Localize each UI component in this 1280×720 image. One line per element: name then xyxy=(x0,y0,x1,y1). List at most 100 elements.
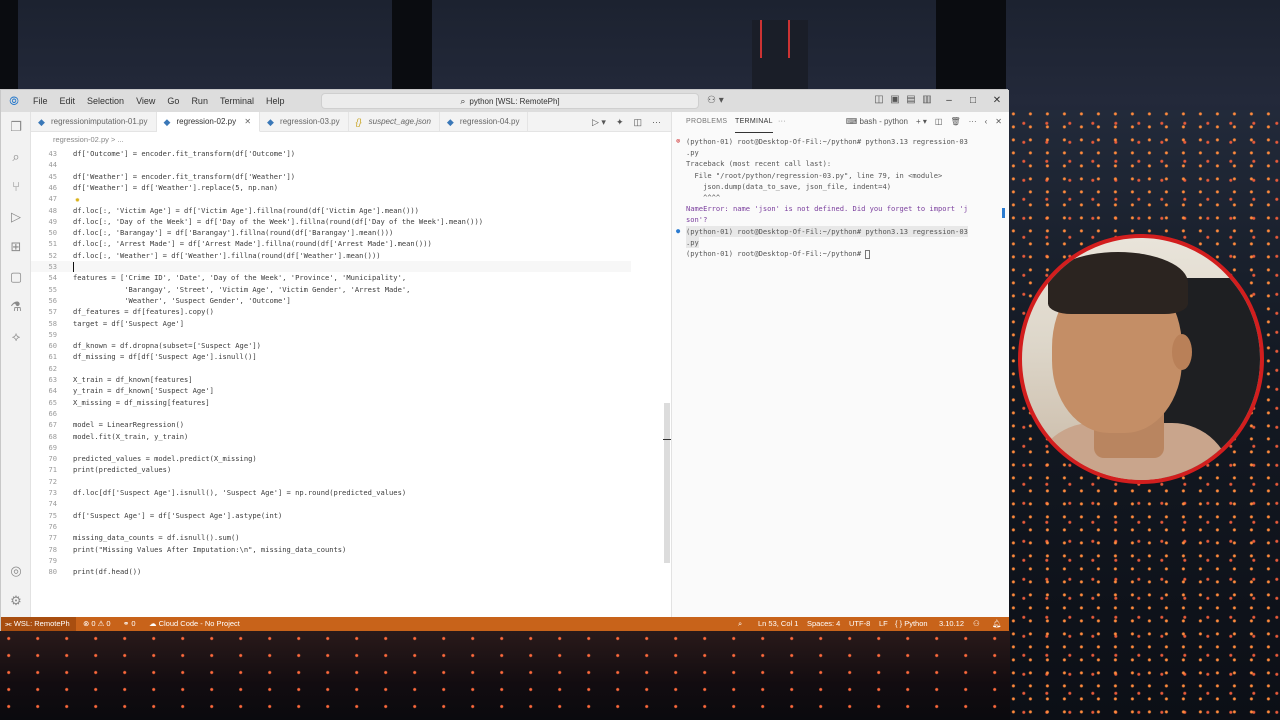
code-line[interactable]: 61 df_missing = df[df['Suspect Age'].isnu… xyxy=(31,351,631,362)
code-line[interactable]: 65 X_missing = df_missing[features] xyxy=(31,397,631,408)
code-line[interactable]: 56 'Weather', 'Suspect Gender', 'Outcome… xyxy=(31,295,631,306)
python-version[interactable]: 3.10.12 xyxy=(939,617,964,631)
tab-regression-04[interactable]: ◆ regression-04.py xyxy=(440,112,529,132)
remote-explorer-icon[interactable]: ▢ xyxy=(8,270,24,286)
tab-problems[interactable]: PROBLEMS xyxy=(686,112,727,132)
search-icon[interactable]: ⌕ xyxy=(8,150,24,166)
cloud-code-status[interactable]: ☁ Cloud Code - No Project xyxy=(149,617,240,631)
split-terminal-icon[interactable]: ◫ xyxy=(935,112,943,132)
gear-icon[interactable]: ⚙ xyxy=(8,594,24,610)
customize-layout-icon[interactable]: ▥ xyxy=(921,94,933,106)
code-line[interactable]: 47 ✹ xyxy=(31,193,631,204)
maximize-icon[interactable]: □ xyxy=(961,90,985,112)
code-line[interactable]: 44 xyxy=(31,159,631,170)
code-line[interactable]: 78 print("Missing Values After Imputation… xyxy=(31,544,631,555)
account-icon[interactable]: ◎ xyxy=(8,564,24,580)
code-line[interactable]: 59 xyxy=(31,329,631,340)
problems-count[interactable]: ⊗ 0 ⚠ 0 xyxy=(83,617,111,631)
minimize-icon[interactable]: – xyxy=(937,90,961,112)
menu-run[interactable]: Run xyxy=(185,90,214,112)
code-line[interactable]: 57 df_features = df[features].copy() xyxy=(31,306,631,317)
code-line[interactable]: 55 'Barangay', 'Street', 'Victim Age', '… xyxy=(31,284,631,295)
code-line[interactable]: 80 print(df.head()) xyxy=(31,566,631,577)
copilot-sparkle-icon[interactable]: ✦ xyxy=(616,112,624,132)
code-line[interactable]: 67 model = LinearRegression() xyxy=(31,419,631,430)
extensions-icon[interactable]: ⊞ xyxy=(8,240,24,256)
breadcrumb[interactable]: regression-02.py > ... xyxy=(31,133,671,147)
menu-file[interactable]: File xyxy=(27,90,54,112)
menu-help[interactable]: Help xyxy=(260,90,291,112)
code-line[interactable]: 76 xyxy=(31,521,631,532)
panel-more-actions-icon[interactable]: ··· xyxy=(969,112,977,132)
code-line[interactable]: 70 predicted_values = model.predict(X_mis… xyxy=(31,453,631,464)
menu-view[interactable]: View xyxy=(130,90,161,112)
cursor-position[interactable]: Ln 53, Col 1 xyxy=(758,617,798,631)
maximize-panel-icon[interactable]: ‹ xyxy=(985,112,988,132)
split-editor-icon[interactable]: ◫ xyxy=(633,112,642,132)
code-line[interactable]: 73 df.loc[df['Suspect Age'].isnull(), 'Su… xyxy=(31,487,631,498)
terminal-shell[interactable]: ⌨ bash - python xyxy=(846,112,908,132)
indentation[interactable]: Spaces: 4 xyxy=(807,617,840,631)
code-line[interactable]: 46 df['Weather'] = df['Weather'].replace(… xyxy=(31,182,631,193)
code-line[interactable]: 58 target = df['Suspect Age'] xyxy=(31,318,631,329)
source-control-icon[interactable]: ⑂ xyxy=(8,180,24,196)
language-mode[interactable]: { } Python xyxy=(895,617,928,631)
code-line[interactable]: 54 features = ['Crime ID', 'Date', 'Day o… xyxy=(31,272,631,283)
tab-regressionimputation-01[interactable]: ◆ regressionimputation-01.py xyxy=(31,112,157,132)
close-panel-icon[interactable]: ✕ xyxy=(995,112,1002,132)
tab-suspect-age-json[interactable]: {} suspect_age.json xyxy=(349,112,440,132)
code-line[interactable]: 60 df_known = df.dropna(subset=['Suspect … xyxy=(31,340,631,351)
menu-selection[interactable]: Selection xyxy=(81,90,130,112)
editor-scrollbar[interactable] xyxy=(664,403,670,563)
toggle-panel-icon[interactable]: ▣ xyxy=(889,94,901,106)
notifications-icon[interactable]: 🔔︎ xyxy=(992,617,1002,631)
code-line[interactable]: 69 xyxy=(31,442,631,453)
testing-icon[interactable]: ⚗ xyxy=(8,300,24,316)
copilot-icon[interactable]: ⚇ ▾ xyxy=(707,95,724,106)
code-editor[interactable]: 43 df['Outcome'] = encoder.fit_transform(… xyxy=(31,148,671,616)
tab-regression-02[interactable]: ◆ regression-02.py ✕ xyxy=(156,112,261,132)
code-line[interactable]: 64 y_train = df_known['Suspect Age'] xyxy=(31,385,631,396)
close-tab-icon[interactable]: ✕ xyxy=(244,117,251,126)
code-line[interactable]: 49 df.loc[:, 'Day of the Week'] = df['Day… xyxy=(31,216,631,227)
encoding[interactable]: UTF-8 xyxy=(849,617,870,631)
code-line[interactable]: 62 xyxy=(31,363,631,374)
explorer-icon[interactable]: ❐ xyxy=(8,120,24,136)
terminal-output[interactable]: (python-01) root@Desktop-Of-Fil:~/python… xyxy=(672,134,1002,614)
code-line[interactable]: 51 df.loc[:, 'Arrest Made'] = df['Arrest … xyxy=(31,238,631,249)
code-line[interactable]: 48 df.loc[:, 'Victim Age'] = df['Victim A… xyxy=(31,205,631,216)
run-python-icon[interactable]: ▷ ▾ xyxy=(592,112,606,132)
code-line[interactable]: 43 df['Outcome'] = encoder.fit_transform(… xyxy=(31,148,631,159)
line-ending[interactable]: LF xyxy=(879,617,888,631)
close-icon[interactable]: ✕ xyxy=(985,90,1009,112)
code-line[interactable]: 50 df.loc[:, 'Barangay'] = df['Barangay']… xyxy=(31,227,631,238)
toggle-primary-sidebar-icon[interactable]: ◫ xyxy=(873,94,885,106)
new-terminal-icon[interactable]: + ▾ xyxy=(916,112,927,132)
code-line[interactable]: 66 xyxy=(31,408,631,419)
command-failed-icon[interactable]: ⊗ xyxy=(676,136,680,147)
ports-count[interactable]: ⚭ 0 xyxy=(123,617,136,631)
code-line[interactable]: 52 df.loc[:, 'Weather'] = df['Weather'].f… xyxy=(31,250,631,261)
code-line[interactable]: 74 xyxy=(31,498,631,509)
command-running-icon[interactable]: ● xyxy=(676,226,680,237)
menu-terminal[interactable]: Terminal xyxy=(214,90,260,112)
copilot-status-icon[interactable]: ⚇ xyxy=(973,617,980,631)
menu-go[interactable]: Go xyxy=(161,90,185,112)
remote-indicator[interactable]: ⫘ WSL: RemotePh xyxy=(1,617,76,631)
code-line[interactable]: 75 df['Suspect Age'] = df['Suspect Age'].… xyxy=(31,510,631,521)
zoom-icon[interactable]: ⌕ xyxy=(738,617,742,631)
tab-regression-03[interactable]: ◆ regression-03.py xyxy=(260,112,349,132)
code-line[interactable]: 71 print(predicted_values) xyxy=(31,464,631,475)
run-debug-icon[interactable]: ▷ xyxy=(8,210,24,226)
cloud-code-icon[interactable]: ⟡ xyxy=(8,330,24,346)
menu-edit[interactable]: Edit xyxy=(54,90,82,112)
more-actions-icon[interactable]: ··· xyxy=(652,112,661,132)
code-line[interactable]: 68 model.fit(X_train, y_train) xyxy=(31,431,631,442)
code-line[interactable]: 72 xyxy=(31,476,631,487)
code-line[interactable]: 63 X_train = df_known[features] xyxy=(31,374,631,385)
code-line[interactable]: 53 xyxy=(31,261,631,273)
code-line[interactable]: 77 missing_data_counts = df.isnull().sum(… xyxy=(31,532,631,543)
panel-more-icon[interactable]: ··· xyxy=(778,112,786,132)
tab-terminal[interactable]: TERMINAL xyxy=(735,112,773,133)
toggle-secondary-sidebar-icon[interactable]: ▤ xyxy=(905,94,917,106)
